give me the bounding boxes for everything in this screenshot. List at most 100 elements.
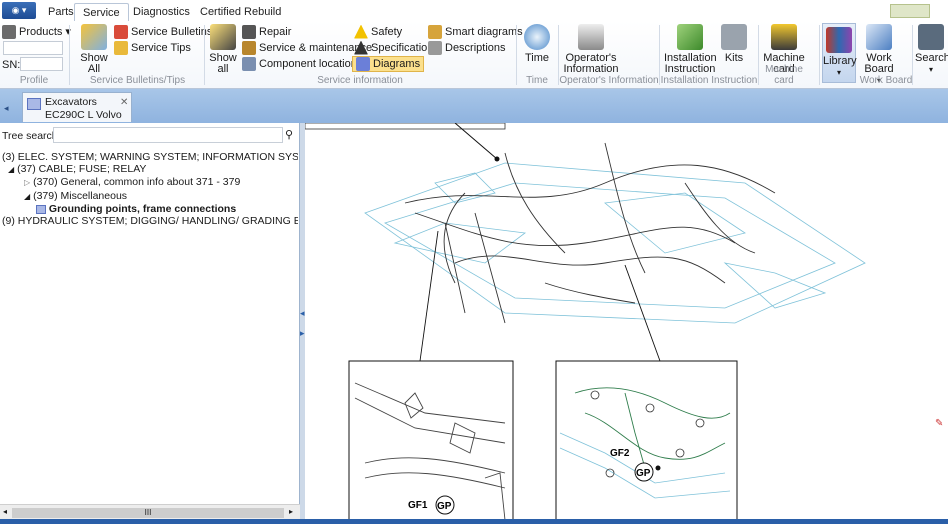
document-icon <box>27 98 41 110</box>
tree-search-input[interactable] <box>53 127 283 143</box>
specifications-button[interactable]: Specifications <box>354 40 439 55</box>
tree-node-label: (379) Miscellaneous <box>33 189 128 202</box>
frame-outline <box>364 162 866 324</box>
show-all-bulletins-button[interactable]: Show All <box>76 24 112 75</box>
work-board-icon <box>866 24 892 50</box>
repair-label: Repair <box>259 25 292 38</box>
specifications-icon <box>354 40 368 55</box>
excavator-icon <box>771 24 797 50</box>
tree-panel: Tree search: ⚲ (3) ELEC. SYSTEM; WARNING… <box>0 123 300 520</box>
gp-label-1: GP <box>437 501 452 512</box>
expand-icon[interactable]: ▸ <box>300 328 305 339</box>
descriptions-label: Descriptions <box>445 41 506 54</box>
group-label-profile: Profile <box>19 75 49 86</box>
pin-icon[interactable]: ◂ <box>4 103 9 114</box>
component-location-label: Component location <box>259 57 357 70</box>
diagrams-button[interactable]: Diagrams <box>352 56 425 72</box>
show-all-service-button[interactable]: Show all <box>206 24 240 75</box>
menu-tab-bar: ◉ ▾ Parts Service Diagnostics Certified … <box>0 0 948 22</box>
book-icon <box>578 24 604 50</box>
books-icon <box>826 27 852 53</box>
tab-certified-rebuild[interactable]: Certified Rebuild <box>192 3 289 22</box>
safety-button[interactable]: Safety <box>354 24 402 39</box>
tree-view: (3) ELEC. SYSTEM; WARNING SYSTEM; INFORM… <box>2 151 298 227</box>
service-tips-label: Service Tips <box>131 41 191 54</box>
library-label: Library <box>823 55 857 67</box>
detail-box-gf2 <box>555 360 738 521</box>
horizontal-scrollbar[interactable]: ◂ III ▸ <box>0 504 300 520</box>
time-label: Time <box>524 52 550 64</box>
component-location-button[interactable]: Component location <box>242 56 357 71</box>
clock-icon <box>524 24 550 50</box>
binoculars-icon <box>918 24 944 50</box>
document-icon <box>36 204 46 214</box>
tree-node[interactable]: ▷ (370) General, common info about 371 -… <box>2 176 298 189</box>
products-field[interactable] <box>3 41 63 55</box>
scroll-right-icon[interactable]: ▸ <box>289 507 293 516</box>
binoculars-icon[interactable]: ⚲ <box>285 128 293 141</box>
tree-node[interactable]: ◢ (37) CABLE; FUSE; RELAY <box>2 163 298 176</box>
group-label-operators: Operator's Information <box>559 75 659 86</box>
smart-diagrams-button[interactable]: Smart diagrams <box>428 24 523 39</box>
window-controls[interactable] <box>890 4 930 18</box>
chevron-down-icon: ▾ <box>836 68 841 77</box>
diagrams-label: Diagrams <box>373 58 421 70</box>
installation-icon <box>677 24 703 50</box>
library-button[interactable]: Library ▾ <box>822 23 857 83</box>
document-tab[interactable]: Excavators EC290C L Volvo ✕ <box>22 92 132 122</box>
chevron-down-icon: ▾ <box>928 65 933 74</box>
tree-node[interactable]: (9) HYDRAULIC SYSTEM; DIGGING/ HANDLING/… <box>2 215 298 227</box>
wrench-icon <box>242 24 256 39</box>
kits-label: Kits <box>724 52 744 64</box>
tree-node[interactable]: (3) ELEC. SYSTEM; WARNING SYSTEM; INFORM… <box>2 151 298 163</box>
group-label-bulletins: Service Bulletins/Tips <box>89 75 186 86</box>
warning-icon <box>354 24 368 39</box>
operators-information-button[interactable]: Operator's Information <box>562 24 620 75</box>
smart-diagram-icon <box>428 24 442 39</box>
edit-icon[interactable]: ✎ <box>935 418 947 432</box>
tree-node-selected[interactable]: Grounding points, frame connections <box>2 203 298 215</box>
gf2-label: GF2 <box>610 448 630 459</box>
scroll-grip: III <box>144 508 152 517</box>
products-dropdown[interactable]: Products▾ <box>2 24 71 39</box>
status-bar <box>0 519 948 524</box>
kits-button[interactable]: Kits <box>720 24 748 64</box>
service-bulletins-button[interactable]: Service Bulletins <box>114 24 212 39</box>
descriptions-button[interactable]: Descriptions <box>428 40 506 55</box>
close-icon[interactable]: ✕ <box>120 97 128 108</box>
installation-instruction-button[interactable]: Installation Instruction <box>664 24 717 75</box>
sn-label: SN: <box>2 59 21 71</box>
component-icon <box>242 56 256 71</box>
tab-service[interactable]: Service <box>74 3 129 22</box>
app-menu-button[interactable]: ◉ ▾ <box>2 2 36 19</box>
scroll-thumb[interactable]: III <box>12 508 284 518</box>
tree-search-label: Tree search: <box>2 130 61 142</box>
service-maintenance-button[interactable]: Service & maintenance <box>242 40 372 55</box>
repair-button[interactable]: Repair <box>242 24 291 39</box>
bulletin-icon <box>81 24 107 50</box>
products-icon <box>2 24 16 39</box>
time-button[interactable]: Time <box>520 24 554 64</box>
tree-node-label: (3) ELEC. SYSTEM; WARNING SYSTEM; INFORM… <box>2 151 298 163</box>
scroll-left-icon[interactable]: ◂ <box>3 507 7 516</box>
diagram-icon <box>356 57 370 71</box>
service-bulletins-label: Service Bulletins <box>131 25 213 38</box>
search-label: Search <box>915 52 948 64</box>
bulletins-icon <box>114 24 128 39</box>
diagram-viewer: GF1 GP GF2 GP ✎ <box>304 122 948 521</box>
expanded-icon: ◢ <box>24 191 31 201</box>
search-button[interactable]: Search ▾ <box>915 24 948 75</box>
service-tips-button[interactable]: Service Tips <box>114 40 191 55</box>
sn-input[interactable] <box>20 57 63 71</box>
safety-label: Safety <box>371 25 403 38</box>
tree-node-label: (37) CABLE; FUSE; RELAY <box>17 163 147 176</box>
tab-diagnostics[interactable]: Diagnostics <box>125 3 198 22</box>
group-label-install: Installation Instruction <box>660 75 758 86</box>
group-label-time: Time <box>526 75 548 86</box>
collapse-icon[interactable]: ◂ <box>300 308 305 319</box>
tree-node[interactable]: ◢ (379) Miscellaneous <box>2 190 298 203</box>
group-label-service-info: Service information <box>317 75 403 86</box>
tree-node-label: Grounding points, frame connections <box>48 202 237 215</box>
show-all-service-label: Show all <box>209 52 237 75</box>
smart-diagrams-label: Smart diagrams <box>445 25 523 38</box>
